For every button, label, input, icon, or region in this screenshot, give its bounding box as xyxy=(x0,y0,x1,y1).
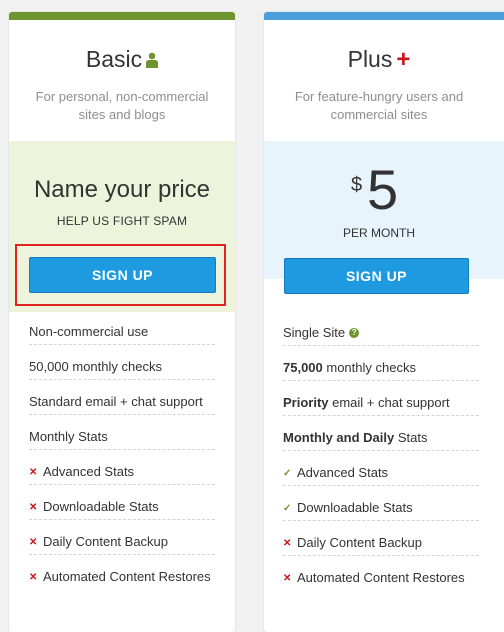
feature-emphasis: Monthly and Daily xyxy=(283,430,395,445)
plus-price-period: PER MONTH xyxy=(343,226,415,240)
basic-price-heading: Name your price xyxy=(33,176,211,203)
feature-text: 50,000 monthly checks xyxy=(29,359,162,374)
plus-signup-button[interactable]: SIGN UP xyxy=(284,258,469,294)
basic-plan-title-text: Basic xyxy=(85,46,143,72)
feature-text: monthly checks xyxy=(322,360,416,375)
person-icon xyxy=(146,46,159,73)
cross-icon: ✕ xyxy=(283,573,292,584)
basic-feature-item: ✕ Advanced Stats xyxy=(29,450,215,485)
basic-feature-item: ✕ Automated Content Restores xyxy=(29,555,215,590)
plus-plan-card: Plus + For feature-hungry users and comme… xyxy=(264,12,504,632)
feature-text: email + chat support xyxy=(328,395,450,410)
plus-plan-accent-bar xyxy=(264,12,504,20)
plus-plan-title-text: Plus xyxy=(347,46,393,72)
plus-plan-description: For feature-hungry users and commercial … xyxy=(294,89,464,122)
feature-text: Downloadable Stats xyxy=(43,499,159,514)
basic-feature-item: ✕ Daily Content Backup xyxy=(29,520,215,555)
feature-text: Daily Content Backup xyxy=(43,534,169,549)
plus-feature-item: Single Site? xyxy=(283,311,479,346)
feature-text: Downloadable Stats xyxy=(297,500,413,515)
feature-text: Non-commercial use xyxy=(29,324,149,339)
cross-icon: ✕ xyxy=(29,572,38,583)
plus-feature-item: ✓ Downloadable Stats xyxy=(283,486,479,521)
feature-text: Monthly Stats xyxy=(29,429,108,444)
plus-feature-item: Monthly and Daily Stats xyxy=(283,416,479,451)
plus-icon: + xyxy=(396,46,411,73)
feature-text: Stats xyxy=(394,430,428,445)
plus-price-currency: $ xyxy=(351,174,363,196)
feature-text: Single Site xyxy=(283,325,346,340)
basic-plan-card: Basic For personal, non-commercial sites… xyxy=(9,12,235,632)
plus-feature-item: ✕ Daily Content Backup xyxy=(283,521,479,556)
feature-text: Standard email + chat support xyxy=(29,394,203,409)
signup-highlight-box xyxy=(15,244,226,306)
help-icon[interactable]: ? xyxy=(349,328,360,338)
feature-emphasis: Priority xyxy=(283,395,329,410)
basic-feature-list: Non-commercial use 50,000 monthly checks S… xyxy=(29,310,215,590)
feature-text: Daily Content Backup xyxy=(297,535,423,550)
plus-feature-item: Priority email + chat support xyxy=(283,381,479,416)
plus-price-amount: 5 xyxy=(367,158,399,221)
basic-feature-item: 50,000 monthly checks xyxy=(29,345,215,380)
feature-emphasis: 75,000 xyxy=(283,360,323,375)
plus-plan-title: Plus + xyxy=(264,46,494,74)
basic-feature-item: ✕ Downloadable Stats xyxy=(29,485,215,520)
basic-plan-accent-bar xyxy=(9,12,235,20)
basic-plan-title: Basic xyxy=(9,46,235,73)
feature-text: Advanced Stats xyxy=(43,464,135,479)
basic-feature-item: Non-commercial use xyxy=(29,310,215,345)
feature-text: Automated Content Restores xyxy=(43,569,211,584)
basic-feature-item: Monthly Stats xyxy=(29,415,215,450)
feature-text: Advanced Stats xyxy=(297,465,389,480)
plus-feature-item: 75,000 monthly checks xyxy=(283,346,479,381)
plus-feature-item: ✓ Advanced Stats xyxy=(283,451,479,486)
basic-feature-item: Standard email + chat support xyxy=(29,380,215,415)
basic-plan-description: For personal, non-commercial sites and b… xyxy=(35,89,209,122)
basic-price-subheading: HELP US FIGHT SPAM xyxy=(56,214,188,228)
plus-feature-item: ✕ Automated Content Restores xyxy=(283,556,479,591)
plus-feature-list: Single Site? 75,000 monthly checks Priorit… xyxy=(283,311,479,591)
feature-text: Automated Content Restores xyxy=(297,570,465,585)
